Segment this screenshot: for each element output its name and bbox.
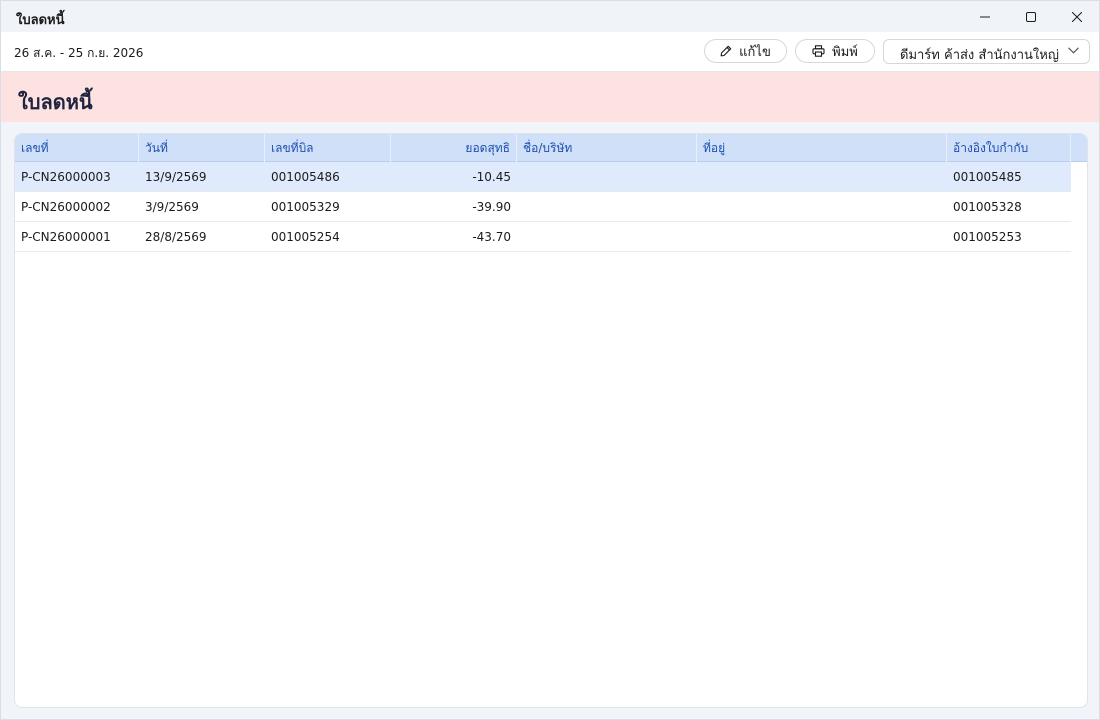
column-header-invoice-ref[interactable]: อ้างอิงใบกำกับ (947, 134, 1071, 162)
column-header-name[interactable]: ชื่อ/บริษัท (517, 134, 697, 162)
cell-number: P-CN26000001 (21, 230, 111, 244)
column-header-date[interactable]: วันที่ (139, 134, 265, 162)
printer-icon (812, 45, 825, 57)
cell-date: 3/9/2569 (145, 200, 199, 214)
toolbar: 26 ส.ค. - 25 ก.ย. 2026 แก้ไข พิมพ์ ดีมาร… (1, 32, 1099, 72)
cell-bill-number: 001005254 (271, 230, 340, 244)
table-header: เลขที่ วันที่ เลขที่บิล ยอดสุทธิ ชื่อ/บร… (15, 134, 1087, 162)
table-row[interactable]: P-CN26000003 13/9/2569 001005486 -10.45 … (15, 162, 1071, 192)
cell-name (517, 192, 697, 222)
branch-select[interactable]: ดีมาร์ท ค้าส่ง สำนักงานใหญ่ (883, 39, 1090, 64)
cell-name (517, 222, 697, 252)
branch-select-value: ดีมาร์ท ค้าส่ง สำนักงานใหญ่ (900, 48, 1059, 63)
cell-address (697, 222, 947, 252)
cell-invoice-ref: 001005253 (953, 230, 1022, 244)
cell-net-amount: -10.45 (472, 170, 511, 184)
table-row[interactable]: P-CN26000002 3/9/2569 001005329 -39.90 0… (15, 192, 1071, 222)
cell-bill-number: 001005486 (271, 170, 340, 184)
column-header-number[interactable]: เลขที่ (15, 134, 139, 162)
cell-name (517, 162, 697, 192)
table-row[interactable]: P-CN26000001 28/8/2569 001005254 -43.70 … (15, 222, 1071, 252)
close-button[interactable] (1054, 1, 1100, 32)
cell-number: P-CN26000002 (21, 200, 111, 214)
date-range: 26 ส.ค. - 25 ก.ย. 2026 (14, 46, 144, 60)
print-button[interactable]: พิมพ์ (795, 39, 875, 63)
cell-date: 28/8/2569 (145, 230, 207, 244)
cell-date: 13/9/2569 (145, 170, 207, 184)
print-button-label: พิมพ์ (832, 44, 858, 60)
window-title: ใบลดหนี้ (16, 13, 65, 28)
cell-invoice-ref: 001005328 (953, 200, 1022, 214)
close-icon (1072, 11, 1082, 22)
credit-note-table: เลขที่ วันที่ เลขที่บิล ยอดสุทธิ ชื่อ/บร… (14, 133, 1088, 708)
column-header-net-amount[interactable]: ยอดสุทธิ (391, 134, 517, 162)
cell-invoice-ref: 001005485 (953, 170, 1022, 184)
maximize-icon (1026, 11, 1036, 22)
pencil-icon (720, 45, 732, 57)
page-banner: ใบลดหนี้ (1, 72, 1099, 122)
cell-net-amount: -43.70 (472, 230, 511, 244)
maximize-button[interactable] (1008, 1, 1054, 32)
chevron-down-icon (1068, 47, 1079, 54)
cell-net-amount: -39.90 (472, 200, 511, 214)
page-title: ใบลดหนี้ (18, 90, 93, 114)
cell-number: P-CN26000003 (21, 170, 111, 184)
edit-button[interactable]: แก้ไข (704, 39, 787, 63)
title-bar: ใบลดหนี้ (1, 1, 1099, 32)
app-window: ใบลดหนี้ 26 ส.ค. - 25 ก.ย. 2026 แก้ไข พิ… (0, 0, 1100, 720)
minimize-button[interactable] (962, 1, 1008, 32)
cell-address (697, 192, 947, 222)
column-header-bill-number[interactable]: เลขที่บิล (265, 134, 391, 162)
cell-bill-number: 001005329 (271, 200, 340, 214)
cell-address (697, 162, 947, 192)
minimize-icon (980, 16, 990, 17)
column-header-address[interactable]: ที่อยู่ (697, 134, 947, 162)
edit-button-label: แก้ไข (739, 44, 771, 60)
